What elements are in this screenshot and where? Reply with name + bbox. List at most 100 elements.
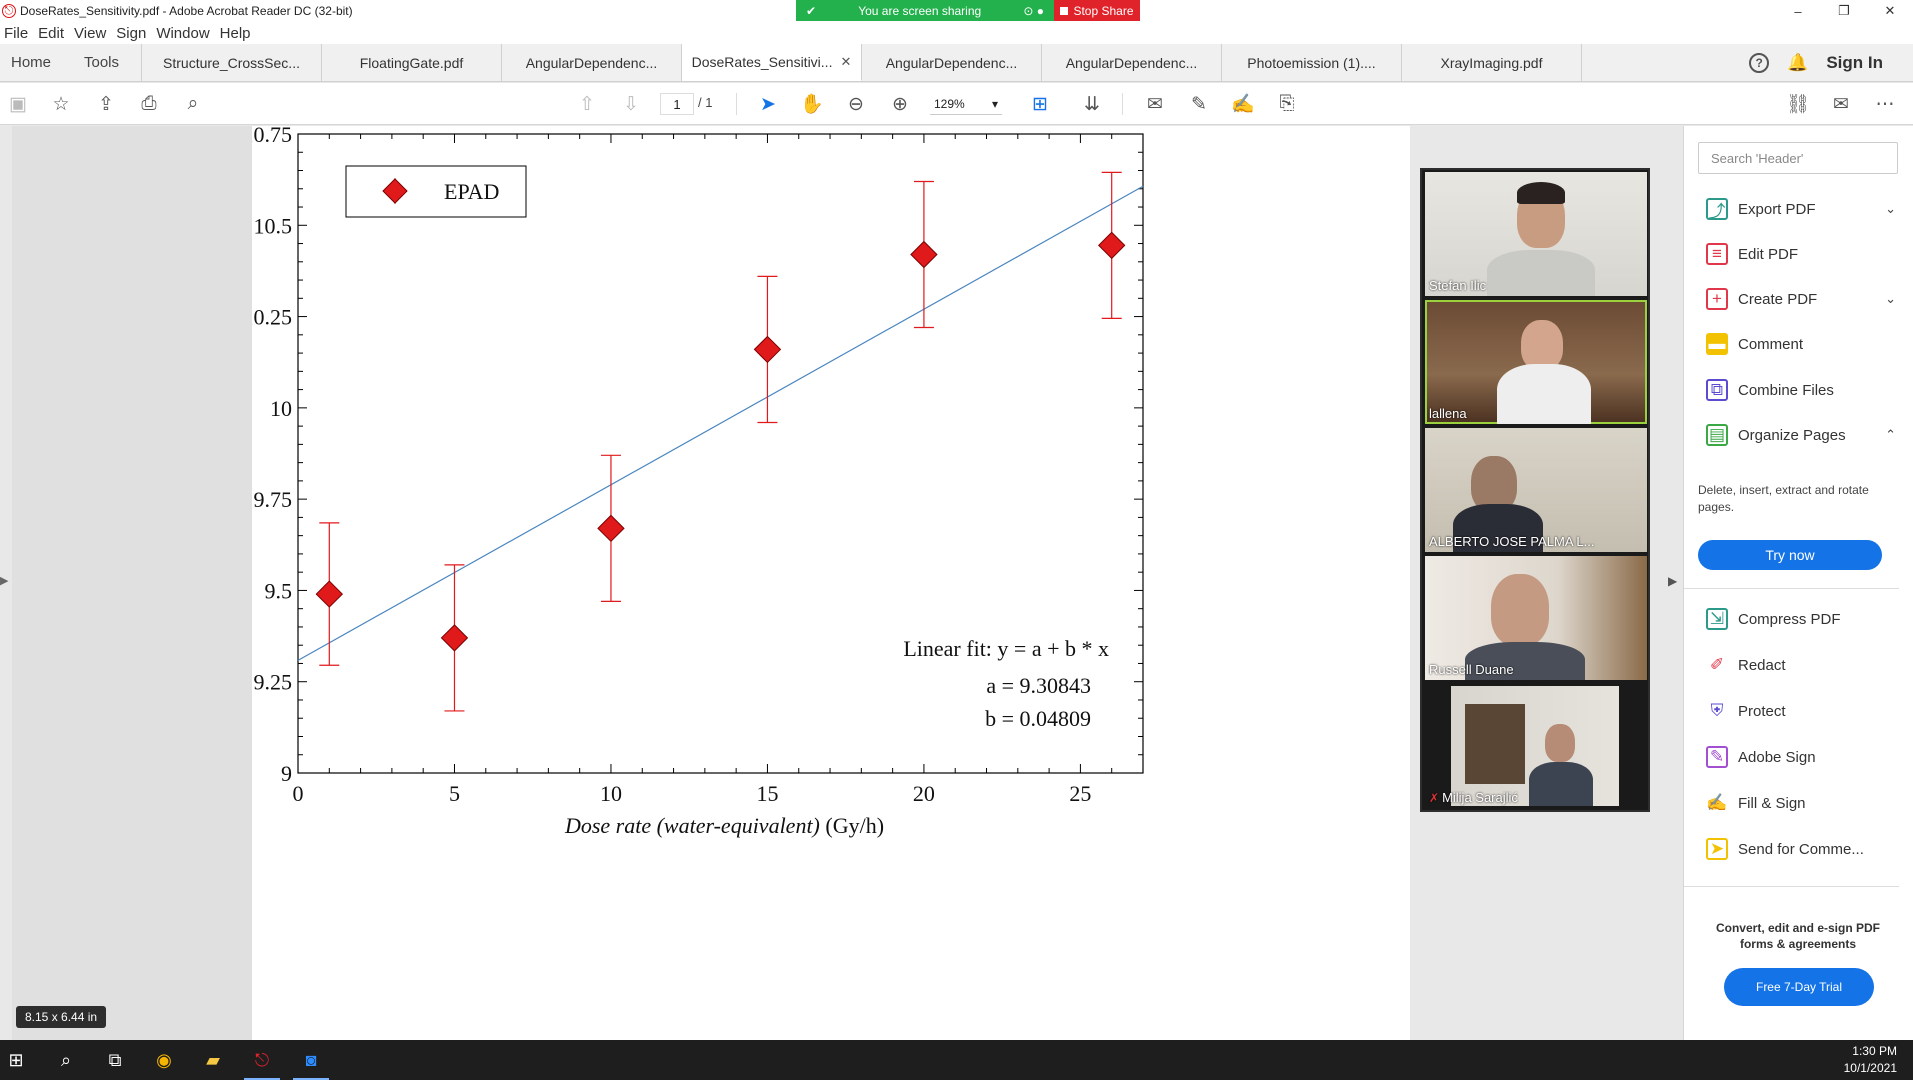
sign-in-button[interactable]: Sign In [1826, 53, 1883, 73]
search-icon[interactable]: ⌕ [181, 92, 205, 116]
select-cursor-icon[interactable]: ➤ [756, 92, 780, 116]
zoom-in-icon[interactable]: ⊕ [888, 92, 912, 116]
tab-document[interactable]: AngularDependenc... [1042, 44, 1222, 81]
tab-document[interactable]: Structure_CrossSec... [142, 44, 322, 81]
adobe-sign-icon: ✎ [1706, 746, 1728, 768]
y-tick-label: 9.75 [254, 487, 293, 512]
menu-file[interactable]: File [0, 25, 28, 42]
task-view-icon[interactable]: ⧉ [103, 1048, 127, 1072]
participant-name-muted: ✗ Milija Sarajlić [1429, 790, 1518, 805]
file-explorer-icon[interactable]: ▰ [201, 1048, 225, 1072]
sidebar-item-organize-pages[interactable]: ▤ Organize Pages ⌃ [1706, 422, 1896, 448]
minimize-button[interactable]: – [1775, 0, 1821, 22]
stop-share-button[interactable]: Stop Share [1054, 0, 1140, 21]
video-tile[interactable]: Stefan Ilic [1425, 172, 1647, 296]
sign-stamp-icon[interactable]: ⎘ [1275, 92, 1299, 116]
video-tile[interactable]: ✗ Milija Sarajlić [1425, 684, 1647, 808]
tab-document[interactable]: Photoemission (1).... [1222, 44, 1402, 81]
tab-document[interactable]: FloatingGate.pdf [322, 44, 502, 81]
video-tile[interactable]: ALBERTO JOSE PALMA L... [1425, 428, 1647, 552]
previous-page-icon[interactable]: ⇧ [575, 92, 599, 116]
video-tile-active-speaker[interactable]: lallena [1425, 300, 1647, 424]
fit-page-icon[interactable]: ⊞ [1028, 92, 1052, 116]
zoom-value: 129% [934, 96, 965, 111]
share-link-icon[interactable]: ⛓ [1786, 92, 1810, 116]
tab-document[interactable]: XrayImaging.pdf [1402, 44, 1582, 81]
promo-text: Convert, edit and e-sign PDF forms & agr… [1715, 921, 1880, 951]
upload-cloud-icon[interactable]: ⇪ [94, 92, 118, 116]
search-tools-input[interactable]: Search 'Header' [1698, 142, 1898, 174]
stop-icon [1060, 6, 1069, 15]
close-window-button[interactable]: ✕ [1867, 0, 1913, 22]
zoom-out-icon[interactable]: ⊖ [844, 92, 868, 116]
video-tile[interactable]: Russell Duane [1425, 556, 1647, 680]
sidebar-item-redact[interactable]: ✐ Redact [1706, 652, 1896, 678]
chevron-down-icon[interactable]: ⌄ [1885, 291, 1896, 307]
comment-icon[interactable]: ✉ [1143, 92, 1167, 116]
redact-icon: ✐ [1709, 655, 1725, 674]
sidebar-item-compress-pdf[interactable]: ⇲ Compress PDF [1706, 606, 1896, 632]
restore-button[interactable]: ❐ [1821, 0, 1867, 22]
draw-icon[interactable]: ✍ [1231, 92, 1255, 116]
chrome-icon[interactable]: ◉ [152, 1048, 176, 1072]
menu-view[interactable]: View [70, 25, 106, 42]
highlight-pen-icon[interactable]: ✎ [1187, 92, 1211, 116]
tab-tools[interactable]: Tools [62, 44, 142, 81]
screen-sharing-indicator[interactable]: ✔ You are screen sharing ⊙ ● [796, 0, 1054, 21]
sidebar-item-fill-sign[interactable]: ✍ Fill & Sign [1706, 790, 1896, 816]
x-axis-label: Dose rate (water-equivalent) (Gy/h) [564, 813, 884, 838]
email-icon[interactable]: ✉ [1829, 92, 1853, 116]
zoom-level-select[interactable]: 129% ▾ [930, 93, 1002, 115]
chevron-up-icon[interactable]: ⌃ [1885, 427, 1896, 443]
more-options-icon[interactable]: ⋯ [1873, 92, 1897, 116]
tab-document[interactable]: AngularDependenc... [502, 44, 682, 81]
next-page-icon[interactable]: ⇩ [619, 92, 643, 116]
bookshelf-background [1465, 704, 1525, 784]
sidebar-item-protect[interactable]: ⛨ Protect [1706, 698, 1896, 724]
acrobat-taskbar-icon[interactable]: ⎋ [244, 1048, 280, 1080]
chevron-down-icon[interactable]: ⌄ [1885, 201, 1896, 217]
page-number-input[interactable]: 1 [660, 93, 694, 115]
help-icon[interactable]: ? [1749, 53, 1770, 73]
sidebar-item-label: Export PDF [1738, 200, 1816, 218]
menu-sign[interactable]: Sign [112, 25, 146, 42]
comment-icon: ▬ [1706, 333, 1728, 355]
sidebar-item-send-for-comment[interactable]: ➤ Send for Comme... [1706, 836, 1896, 862]
sidebar-item-adobe-sign[interactable]: ✎ Adobe Sign [1706, 744, 1896, 770]
sidebar-item-export-pdf[interactable]: ⤴ Export PDF ⌄ [1706, 196, 1896, 222]
left-panel-toggle-icon[interactable]: ▶ [0, 574, 8, 587]
tab-document[interactable]: AngularDependenc... [862, 44, 1042, 81]
windows-taskbar: ⊞ ⌕ ⧉ ◉ ▰ ⎋ ◙ 1:30 PM 10/1/2021 [0, 1040, 1913, 1080]
bookmark-star-icon[interactable]: ☆ [49, 92, 73, 116]
close-tab-icon[interactable]: ✕ [840, 54, 851, 70]
hand-tool-icon[interactable]: ✋ [800, 92, 824, 116]
sidebar-item-label: Organize Pages [1738, 426, 1846, 444]
taskbar-search-icon[interactable]: ⌕ [54, 1048, 78, 1072]
notifications-bell-icon[interactable]: 🔔 [1787, 53, 1808, 73]
sidebar-item-combine-files[interactable]: ⧉ Combine Files [1706, 377, 1896, 403]
document-viewport[interactable]: 0 5 10 15 20 25 9 9.25 9.5 9.75 10 10.25 10.5 10.75 Do… [12, 126, 1410, 1040]
sidebar-item-label: Fill & Sign [1738, 794, 1806, 812]
sidebar-scrollbar[interactable] [1901, 156, 1913, 856]
print-icon[interactable]: ⎙ [137, 92, 161, 116]
scroll-mode-icon[interactable]: ⇊ [1080, 92, 1104, 116]
free-trial-button[interactable]: Free 7-Day Trial [1724, 968, 1874, 1006]
fill-sign-icon: ✍ [1706, 793, 1728, 812]
tab-home[interactable]: Home [0, 44, 62, 81]
menu-help[interactable]: Help [216, 25, 251, 42]
windows-start-icon[interactable]: ⊞ [4, 1048, 28, 1072]
collapse-right-panel-icon[interactable]: ▶ [1668, 574, 1677, 588]
sidebar-item-comment[interactable]: ▬ Comment [1706, 331, 1896, 357]
save-icon[interactable]: ▣ [6, 92, 30, 116]
menu-window[interactable]: Window [152, 25, 209, 42]
zoom-taskbar-icon[interactable]: ◙ [293, 1048, 329, 1080]
sidebar-item-edit-pdf[interactable]: ≡ Edit PDF [1706, 241, 1896, 267]
sidebar-item-label: Compress PDF [1738, 610, 1841, 628]
sidebar-item-create-pdf[interactable]: + Create PDF ⌄ [1706, 286, 1896, 312]
menu-edit[interactable]: Edit [34, 25, 64, 42]
try-now-button[interactable]: Try now [1698, 540, 1882, 570]
edit-pdf-icon: ≡ [1706, 243, 1728, 265]
tab-document-active[interactable]: DoseRates_Sensitivi... ✕ [682, 44, 862, 81]
y-tick-label: 10 [270, 396, 292, 421]
sidebar-item-label: Redact [1738, 656, 1786, 674]
